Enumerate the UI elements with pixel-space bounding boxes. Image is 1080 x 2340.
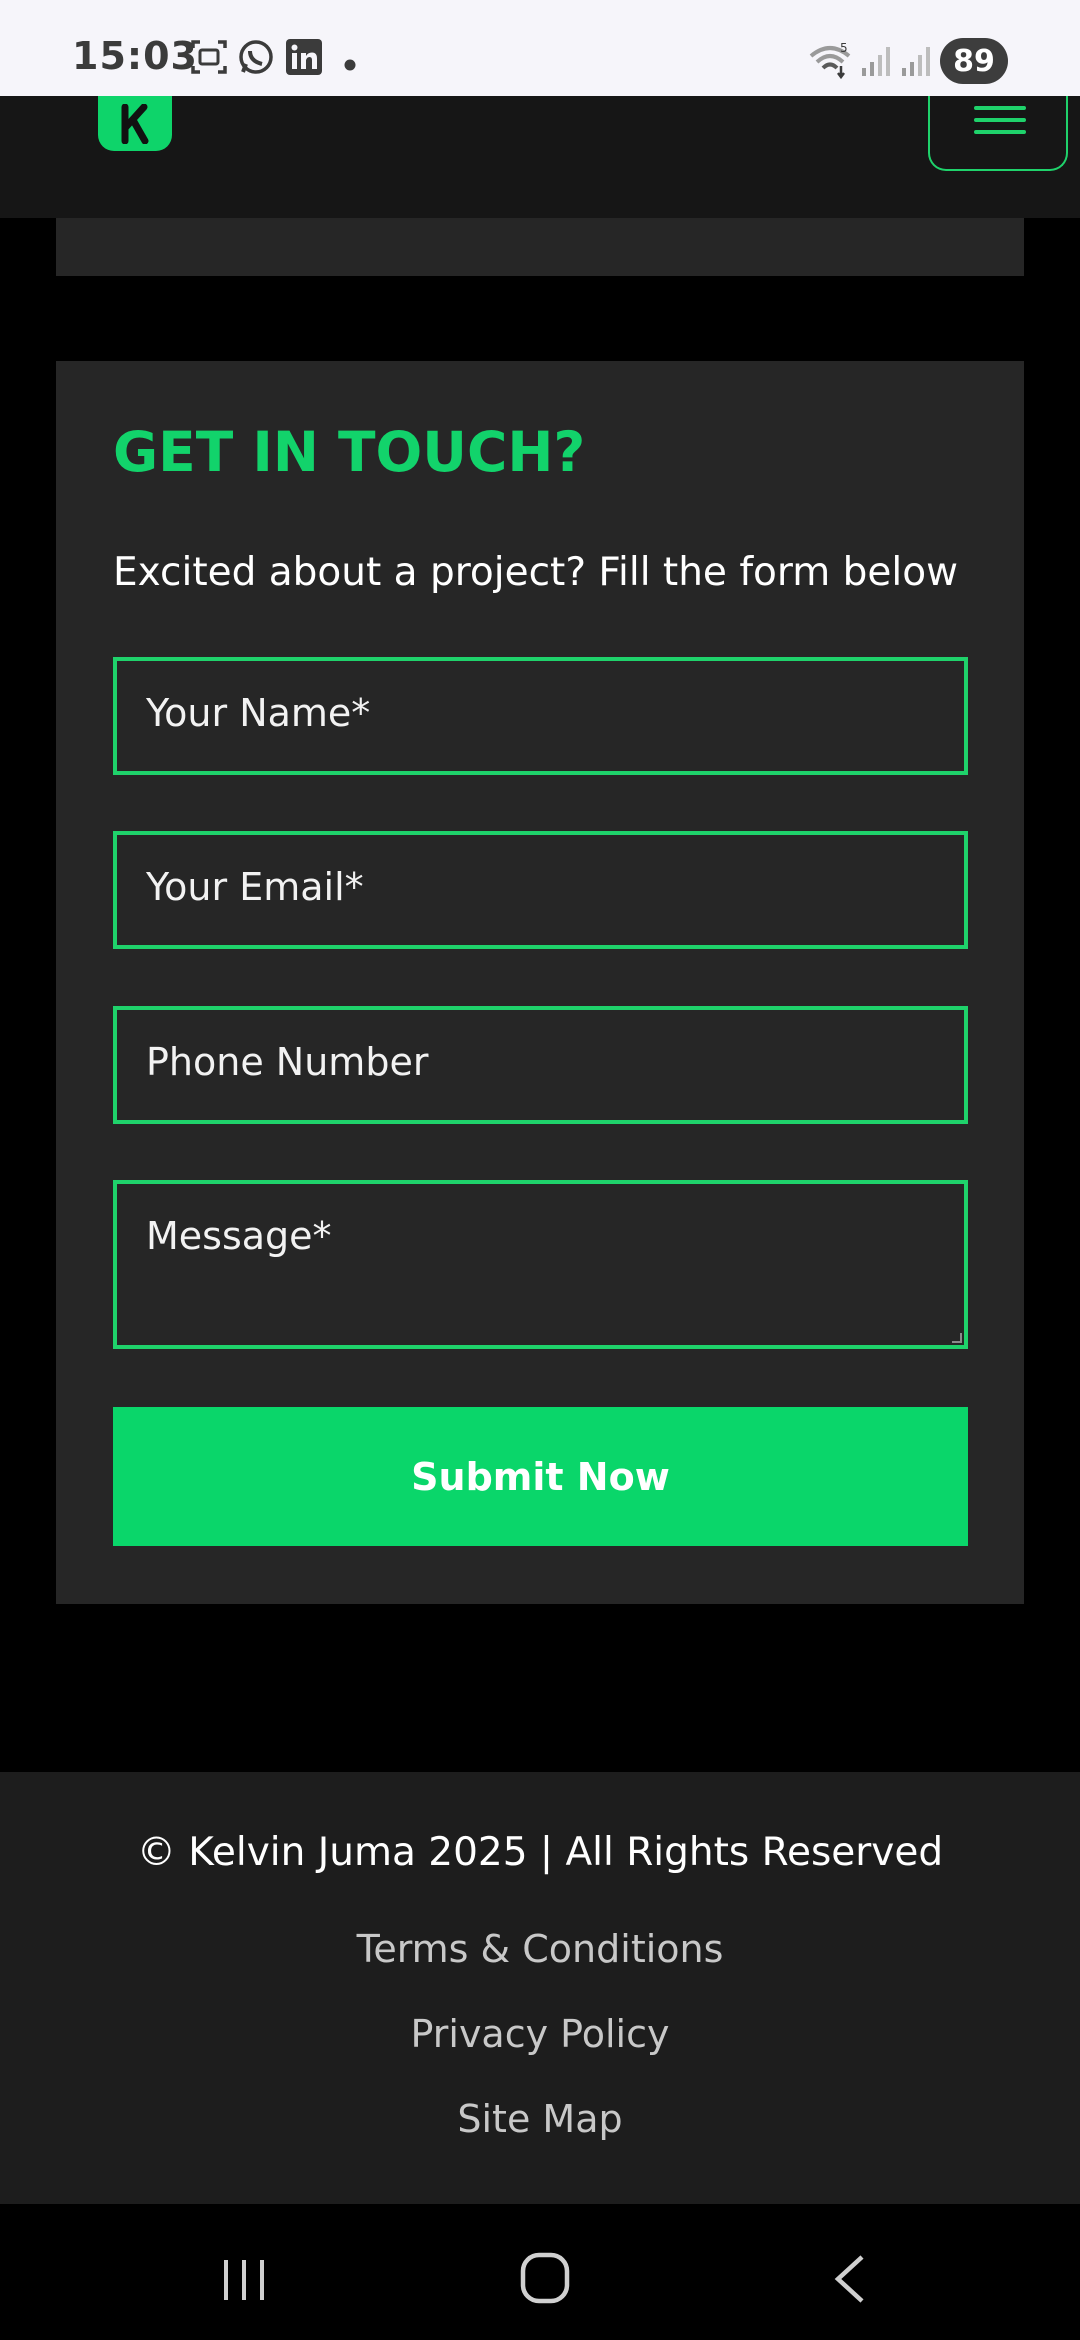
back-icon[interactable] xyxy=(830,2254,870,2308)
phone-field-placeholder: Phone Number xyxy=(146,1040,429,1084)
name-field-placeholder: Your Name* xyxy=(146,691,371,735)
message-field[interactable]: Message* xyxy=(113,1180,968,1349)
logo-k-icon xyxy=(121,103,149,144)
battery-indicator: 89 xyxy=(940,38,1008,84)
previous-section-card xyxy=(56,218,1024,276)
email-field-placeholder: Your Email* xyxy=(146,865,364,909)
site-logo[interactable] xyxy=(98,96,172,151)
linkedin-icon xyxy=(285,38,323,80)
signal-icon xyxy=(860,44,894,82)
submit-button[interactable]: Submit Now xyxy=(113,1407,968,1546)
signal-icon xyxy=(900,44,934,82)
site-header xyxy=(0,96,1080,218)
notification-dot-icon xyxy=(344,56,356,75)
recent-apps-icon[interactable] xyxy=(220,2256,268,2308)
message-field-placeholder: Message* xyxy=(146,1214,332,1258)
svg-text:5: 5 xyxy=(840,41,848,55)
status-time: 15:03 xyxy=(72,34,198,78)
resize-handle-icon[interactable] xyxy=(952,1333,962,1343)
footer-link-sitemap[interactable]: Site Map xyxy=(0,2097,1080,2141)
hamburger-menu-icon xyxy=(974,106,1026,110)
footer-link-privacy[interactable]: Privacy Policy xyxy=(0,2012,1080,2056)
status-bar: 15:03 5 89 xyxy=(0,0,1080,96)
email-field[interactable]: Your Email* xyxy=(113,831,968,949)
home-icon[interactable] xyxy=(520,2252,570,2308)
screenshot-icon xyxy=(190,38,228,80)
hamburger-menu-button[interactable] xyxy=(928,96,1068,171)
phone-field[interactable]: Phone Number xyxy=(113,1006,968,1124)
footer-link-terms[interactable]: Terms & Conditions xyxy=(0,1927,1080,1971)
contact-title: GET IN TOUCH? xyxy=(113,420,586,484)
whatsapp-icon xyxy=(236,38,276,82)
contact-subtitle: Excited about a project? Fill the form b… xyxy=(113,550,958,595)
footer-copyright: © Kelvin Juma 2025 | All Rights Reserved xyxy=(136,1830,944,1875)
system-nav-bar xyxy=(0,2204,1080,2340)
name-field[interactable]: Your Name* xyxy=(113,657,968,775)
wifi-icon: 5 xyxy=(808,40,854,84)
